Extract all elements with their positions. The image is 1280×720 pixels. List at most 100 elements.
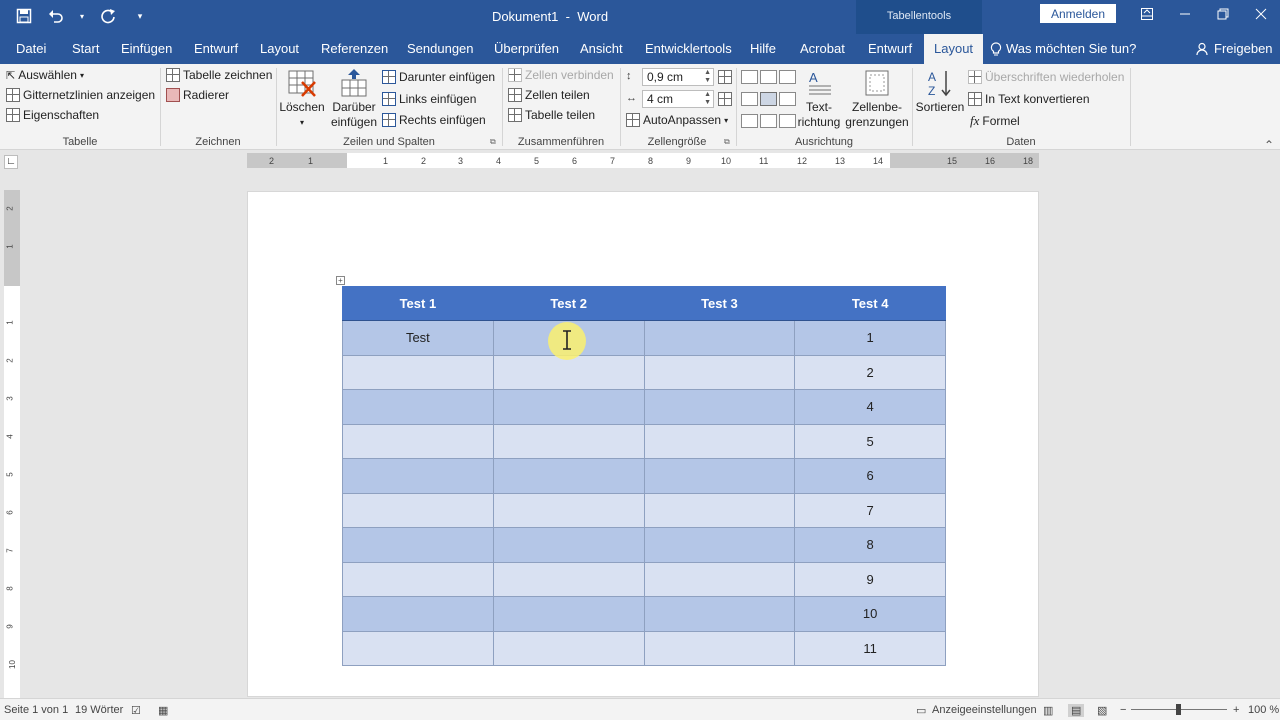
table-cell[interactable] (342, 492, 494, 528)
tab-datei[interactable]: Datei (16, 41, 46, 56)
table-cell[interactable] (492, 389, 645, 425)
table-cell[interactable] (342, 354, 494, 390)
table-cell[interactable] (342, 527, 494, 563)
align-top-center-icon[interactable] (760, 70, 777, 84)
convert-to-text-button[interactable]: In Text konvertieren (968, 92, 1090, 106)
table-cell[interactable] (492, 561, 645, 597)
table-cell[interactable] (643, 561, 796, 597)
table-cell[interactable] (342, 630, 494, 666)
table-cell[interactable] (342, 389, 494, 425)
tab-referenzen[interactable]: Referenzen (321, 41, 388, 56)
insert-right-button[interactable]: Rechts einfügen (382, 113, 486, 127)
table-cell[interactable]: 6 (794, 458, 946, 494)
table-cell[interactable] (643, 423, 796, 459)
web-layout-icon[interactable]: ▧ (1097, 704, 1107, 717)
tab-stop-selector[interactable]: ∟ (4, 155, 18, 169)
align-bottom-left-icon[interactable] (741, 114, 758, 128)
table-cell[interactable]: 11 (794, 630, 946, 666)
tab-hilfe[interactable]: Hilfe (750, 41, 776, 56)
dialog-launcher-icon[interactable]: ⧉ (490, 137, 496, 147)
draw-table-button[interactable]: Tabelle zeichnen (166, 68, 272, 82)
align-top-left-icon[interactable] (741, 70, 758, 84)
table-header-cell[interactable]: Test 1 (342, 286, 494, 321)
table-cell[interactable] (643, 354, 796, 390)
proofing-icon[interactable]: ☑ (131, 704, 141, 717)
tab-start[interactable]: Start (72, 41, 99, 56)
tab-sendungen[interactable]: Sendungen (407, 41, 474, 56)
tab-table-entwurf[interactable]: Entwurf (868, 41, 912, 56)
tab-entwurf[interactable]: Entwurf (194, 41, 238, 56)
close-icon[interactable] (1242, 0, 1280, 28)
table-cell[interactable] (492, 527, 645, 563)
page-count[interactable]: Seite 1 von 1 (4, 704, 68, 716)
table-cell[interactable] (492, 630, 645, 666)
minimize-icon[interactable] (1166, 0, 1204, 28)
zoom-in-button[interactable]: + (1233, 704, 1239, 716)
horizontal-ruler[interactable]: 2 1 1 2 3 4 5 6 7 8 9 10 11 12 13 14 15 … (247, 153, 1039, 168)
table-cell[interactable] (492, 423, 645, 459)
select-button[interactable]: ⇱ Auswählen ▾ (6, 68, 84, 82)
share-button[interactable]: Freigeben (1196, 41, 1273, 56)
row-height-input[interactable]: 0,9 cm ▲ ▼ (642, 68, 714, 86)
table-cell[interactable] (492, 492, 645, 528)
table-cell[interactable] (492, 354, 645, 390)
table-header-cell[interactable]: Test 2 (492, 286, 645, 321)
table-cell[interactable]: 7 (794, 492, 946, 528)
gridlines-button[interactable]: Gitternetzlinien anzeigen (6, 88, 155, 102)
align-top-right-icon[interactable] (779, 70, 796, 84)
zoom-out-button[interactable]: − (1120, 704, 1126, 716)
signin-button[interactable]: Anmelden (1040, 4, 1116, 23)
display-settings-button[interactable]: Anzeigeeinstellungen (932, 704, 1037, 716)
tab-ansicht[interactable]: Ansicht (580, 41, 623, 56)
table-cell[interactable] (492, 596, 645, 632)
table-cell[interactable]: 9 (794, 561, 946, 597)
read-mode-icon[interactable]: ▥ (1043, 704, 1053, 717)
table-move-handle-icon[interactable]: + (336, 276, 345, 285)
zoom-level[interactable]: 100 % (1248, 704, 1279, 716)
eraser-button[interactable]: Radierer (166, 88, 229, 102)
spin-arrows-icon[interactable]: ▲ ▼ (704, 91, 711, 107)
insert-above-button[interactable]: Darüber einfügen (328, 68, 380, 130)
dialog-launcher-icon[interactable]: ⧉ (724, 137, 730, 147)
insert-below-button[interactable]: Darunter einfügen (382, 70, 495, 84)
table-cell[interactable]: 8 (794, 527, 946, 563)
align-middle-center-icon[interactable] (760, 92, 777, 106)
table-cell[interactable] (643, 596, 796, 632)
tab-layout[interactable]: Layout (260, 41, 299, 56)
table-cell[interactable] (643, 458, 796, 494)
table-cell[interactable]: 2 (794, 354, 946, 390)
table-cell[interactable] (643, 389, 796, 425)
properties-button[interactable]: Eigenschaften (6, 108, 99, 122)
tab-einfuegen[interactable]: Einfügen (121, 41, 172, 56)
insert-left-button[interactable]: Links einfügen (382, 92, 476, 106)
distribute-rows-icon[interactable] (718, 70, 732, 84)
tab-table-layout[interactable]: Layout (924, 34, 984, 64)
table-cell[interactable]: 1 (794, 320, 946, 356)
table-cell[interactable] (342, 596, 494, 632)
ribbon-display-options-icon[interactable] (1128, 0, 1166, 28)
table-cell[interactable] (342, 423, 494, 459)
table-cell[interactable] (643, 630, 796, 666)
text-direction-button[interactable]: A Text- richtung (796, 68, 842, 130)
table-cell[interactable]: 4 (794, 389, 946, 425)
spin-arrows-icon[interactable]: ▲ ▼ (704, 69, 711, 85)
autofit-button[interactable]: AutoAnpassen ▾ (626, 113, 728, 127)
align-middle-left-icon[interactable] (741, 92, 758, 106)
sort-button[interactable]: AZ Sortieren (914, 68, 966, 115)
vertical-ruler[interactable]: 2 1 1 2 3 4 5 6 7 8 9 10 (4, 190, 20, 700)
word-count[interactable]: 19 Wörter (75, 704, 123, 716)
macro-recording-icon[interactable]: ▦ (158, 704, 168, 717)
table-cell[interactable]: 5 (794, 423, 946, 459)
align-bottom-center-icon[interactable] (760, 114, 777, 128)
display-settings-icon[interactable]: ▭ (916, 704, 926, 717)
column-width-input[interactable]: 4 cm ▲ ▼ (642, 90, 714, 108)
table-header-cell[interactable]: Test 3 (643, 286, 796, 321)
restore-icon[interactable] (1204, 0, 1242, 28)
document-table[interactable]: Test 1 Test 2 Test 3 Test 4 Test 1 2 4 5… (342, 286, 946, 666)
document-page[interactable]: + Test 1 Test 2 Test 3 Test 4 Test 1 2 4… (247, 191, 1039, 697)
collapse-ribbon-icon[interactable]: ⌃ (1264, 138, 1274, 152)
table-cell[interactable]: 10 (794, 596, 946, 632)
tab-ueberpruefen[interactable]: Überprüfen (494, 41, 559, 56)
distribute-columns-icon[interactable] (718, 92, 732, 106)
table-cell[interactable] (643, 492, 796, 528)
